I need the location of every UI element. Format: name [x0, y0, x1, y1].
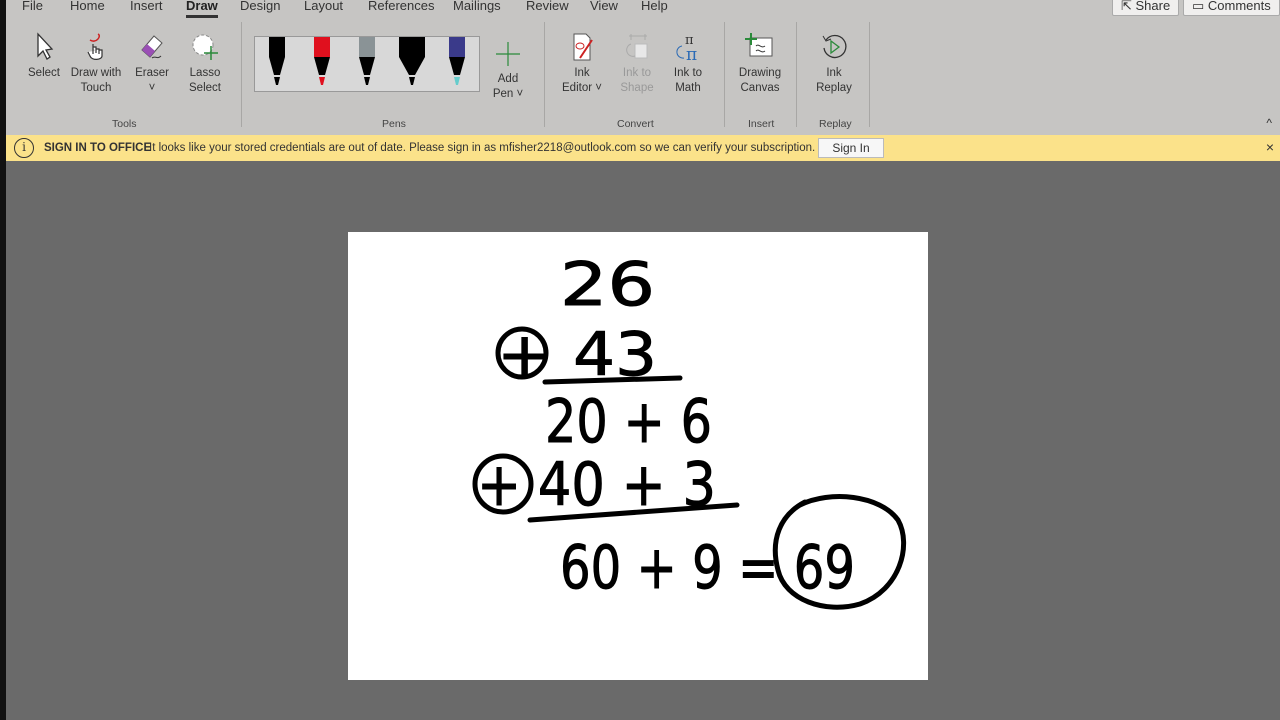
ink-line-5: 60 + 9 = 69 [560, 533, 855, 603]
ink-line-3: 20 + 6 [545, 387, 712, 457]
ink-drawing: 26 + 43 20 + 6 + 40 + 3 60 + 9 = 69 [472, 250, 907, 610]
ink-line-1: 26 [560, 250, 655, 320]
